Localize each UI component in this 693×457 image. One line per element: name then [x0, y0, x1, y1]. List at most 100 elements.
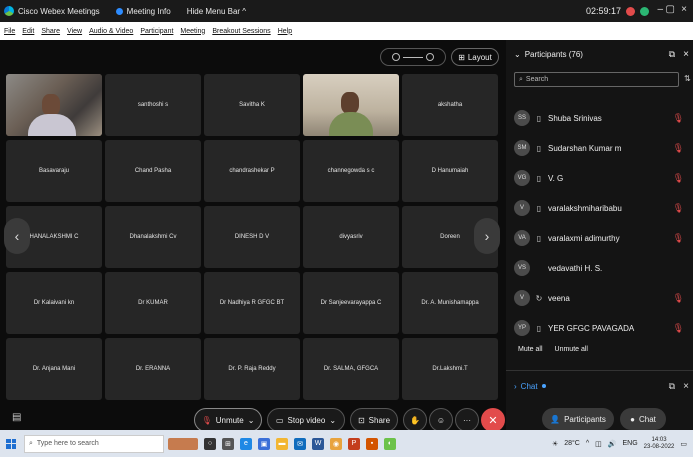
end-meeting-button[interactable]: ✕ [481, 408, 505, 432]
participant-tile[interactable]: D Hanumaiah [402, 140, 498, 202]
previous-page-button[interactable]: ‹ [4, 218, 30, 254]
participant-row[interactable]: VA ▯ varalaxmi adimurthy 🎙 [514, 228, 684, 248]
unmute-button[interactable]: 🎙 Unmute ⌄ [194, 408, 262, 432]
participant-tile[interactable]: Dr. P. Raja Reddy [204, 338, 300, 400]
participant-tile[interactable]: chandrashekar P [204, 140, 300, 202]
webex-icon[interactable]: ◐ [384, 437, 396, 450]
app-icon[interactable]: ▪ [366, 437, 378, 450]
chat-toggle-button[interactable]: ● Chat [620, 408, 666, 430]
participant-row[interactable]: VS vedavathi H. S. [514, 258, 684, 278]
participant-tile[interactable]: Dhanalakshmi Cv [105, 206, 201, 268]
participant-tile[interactable]: Dr. SALMA, GFGCA [303, 338, 399, 400]
participant-row[interactable]: YP ▯ YER GFGC PAVAGADA 🎙 [514, 318, 684, 338]
participants-toggle-button[interactable]: 👤 Participants [542, 408, 614, 430]
participant-row[interactable]: SM ▯ Sudarshan Kumar m 🎙 [514, 138, 684, 158]
participant-row[interactable]: SS ▯ Shuba Srinivas 🎙 [514, 108, 684, 128]
mail-icon[interactable]: ✉ [294, 437, 306, 450]
popout-icon[interactable]: ⧉ [669, 49, 675, 60]
reactions-button[interactable]: ☺ [429, 408, 453, 432]
powerpoint-icon[interactable]: P [348, 437, 360, 450]
menu-help[interactable]: Help [278, 28, 292, 35]
window-close-button[interactable]: × [681, 4, 687, 15]
popout-icon[interactable]: ⧉ [669, 381, 675, 392]
edge-icon[interactable]: e [240, 437, 252, 450]
microphone-muted-icon[interactable]: 🎙 [673, 143, 684, 154]
participant-tile[interactable]: Dr Kalaivani kn [6, 272, 102, 334]
participant-row[interactable]: VG ▯ V. G 🎙 [514, 168, 684, 188]
participant-tile[interactable]: Dr. ERANNA [105, 338, 201, 400]
microphone-muted-icon[interactable]: 🎙 [673, 173, 684, 184]
menu-view[interactable]: View [67, 28, 82, 35]
close-panel-button[interactable]: × [683, 49, 689, 60]
microphone-muted-icon[interactable]: 🎙 [673, 233, 684, 244]
menu-breakout-sessions[interactable]: Breakout Sessions [212, 28, 270, 35]
microphone-muted-icon[interactable]: 🎙 [673, 203, 684, 214]
temperature[interactable]: 28°C [564, 440, 580, 447]
task-view-icon[interactable]: ⊞ [222, 437, 234, 450]
participant-tile[interactable] [303, 74, 399, 136]
network-icon[interactable]: ◫ [595, 440, 602, 448]
news-widget-icon[interactable] [168, 437, 198, 450]
word-icon[interactable]: W [312, 437, 324, 450]
captions-icon[interactable]: ▤ [12, 412, 21, 423]
connection-status-icon[interactable] [640, 6, 649, 16]
menu-audio-video[interactable]: Audio & Video [89, 28, 133, 35]
microphone-muted-icon[interactable]: 🎙 [673, 293, 684, 304]
participant-row[interactable]: V ▯ varalakshmiharibabu 🎙 [514, 198, 684, 218]
participant-tile[interactable]: Dr Nadhiya R GFGC BT [204, 272, 300, 334]
participant-tile[interactable]: akshatha [402, 74, 498, 136]
participant-tile[interactable]: Basavaraju [6, 140, 102, 202]
volume-icon[interactable]: 🔊 [608, 440, 617, 448]
participant-search-input[interactable]: ⌕ Search [514, 72, 679, 87]
minimize-button[interactable]: – [657, 4, 663, 15]
menu-participant[interactable]: Participant [140, 28, 173, 35]
notifications-icon[interactable]: ▭ [680, 440, 687, 448]
chrome-icon[interactable]: ◉ [330, 437, 342, 450]
menu-file[interactable]: File [4, 28, 15, 35]
weather-icon[interactable]: ☀ [552, 440, 558, 448]
windows-start-icon[interactable] [6, 438, 16, 449]
participant-tile[interactable]: divyasriv [303, 206, 399, 268]
share-button[interactable]: ⊡ Share [350, 408, 398, 432]
store-icon[interactable]: ▣ [258, 437, 270, 450]
language-indicator[interactable]: ENG [623, 440, 638, 447]
microphone-muted-icon[interactable]: 🎙 [673, 113, 684, 124]
mute-all-button[interactable]: Mute all [518, 346, 543, 353]
participant-tile[interactable]: DINESH D V [204, 206, 300, 268]
chevron-up-icon[interactable]: ^ [586, 440, 589, 447]
more-options-button[interactable]: ··· [455, 408, 479, 432]
clock[interactable]: 14:03 23-08-2022 [644, 437, 675, 451]
participant-row[interactable]: V ↻ veena 🎙 [514, 288, 684, 308]
participant-tile[interactable]: Dr.Lakshmi.T [402, 338, 498, 400]
menu-share[interactable]: Share [41, 28, 60, 35]
chevron-down-icon[interactable]: ⌄ [514, 50, 521, 59]
participant-tile[interactable]: Dr. A. Munishamappa [402, 272, 498, 334]
chat-panel-header[interactable]: › Chat ⧉ × [506, 376, 693, 396]
hide-menu-bar-button[interactable]: Hide Menu Bar ^ [187, 7, 246, 16]
sort-icon[interactable]: ⇅ [684, 74, 691, 83]
recording-icon[interactable] [626, 6, 635, 16]
participant-tile[interactable] [6, 74, 102, 136]
layout-button[interactable]: ⊞ Layout [451, 48, 499, 66]
participant-tile[interactable]: Savitha K [204, 74, 300, 136]
menu-meeting[interactable]: Meeting [180, 28, 205, 35]
participant-tile[interactable]: Dr Sanjeevarayappa C [303, 272, 399, 334]
participant-tile[interactable]: Chand Pasha [105, 140, 201, 202]
menu-edit[interactable]: Edit [22, 28, 34, 35]
participant-tile[interactable]: Dr KUMAR [105, 272, 201, 334]
chevron-down-icon[interactable]: ⌄ [329, 416, 336, 425]
zoom-slider[interactable] [380, 48, 446, 66]
unmute-all-button[interactable]: Unmute all [555, 346, 588, 353]
taskbar-search-input[interactable]: ⌕ Type here to search [24, 434, 164, 453]
participant-tile[interactable]: santhoshi s [105, 74, 201, 136]
cortana-icon[interactable]: ○ [204, 437, 216, 450]
file-explorer-icon[interactable]: ▬ [276, 437, 288, 450]
participant-tile[interactable]: channegowda s c [303, 140, 399, 202]
microphone-muted-icon[interactable]: 🎙 [673, 323, 684, 334]
stop-video-button[interactable]: ▭ Stop video ⌄ [267, 408, 345, 432]
participant-tile[interactable]: Dr. Anjana Mani [6, 338, 102, 400]
raise-hand-button[interactable]: ✋ [403, 408, 427, 432]
next-page-button[interactable]: › [474, 218, 500, 254]
maximize-button[interactable]: ▢ [666, 4, 675, 15]
meeting-info-button[interactable]: Meeting Info [115, 7, 171, 16]
